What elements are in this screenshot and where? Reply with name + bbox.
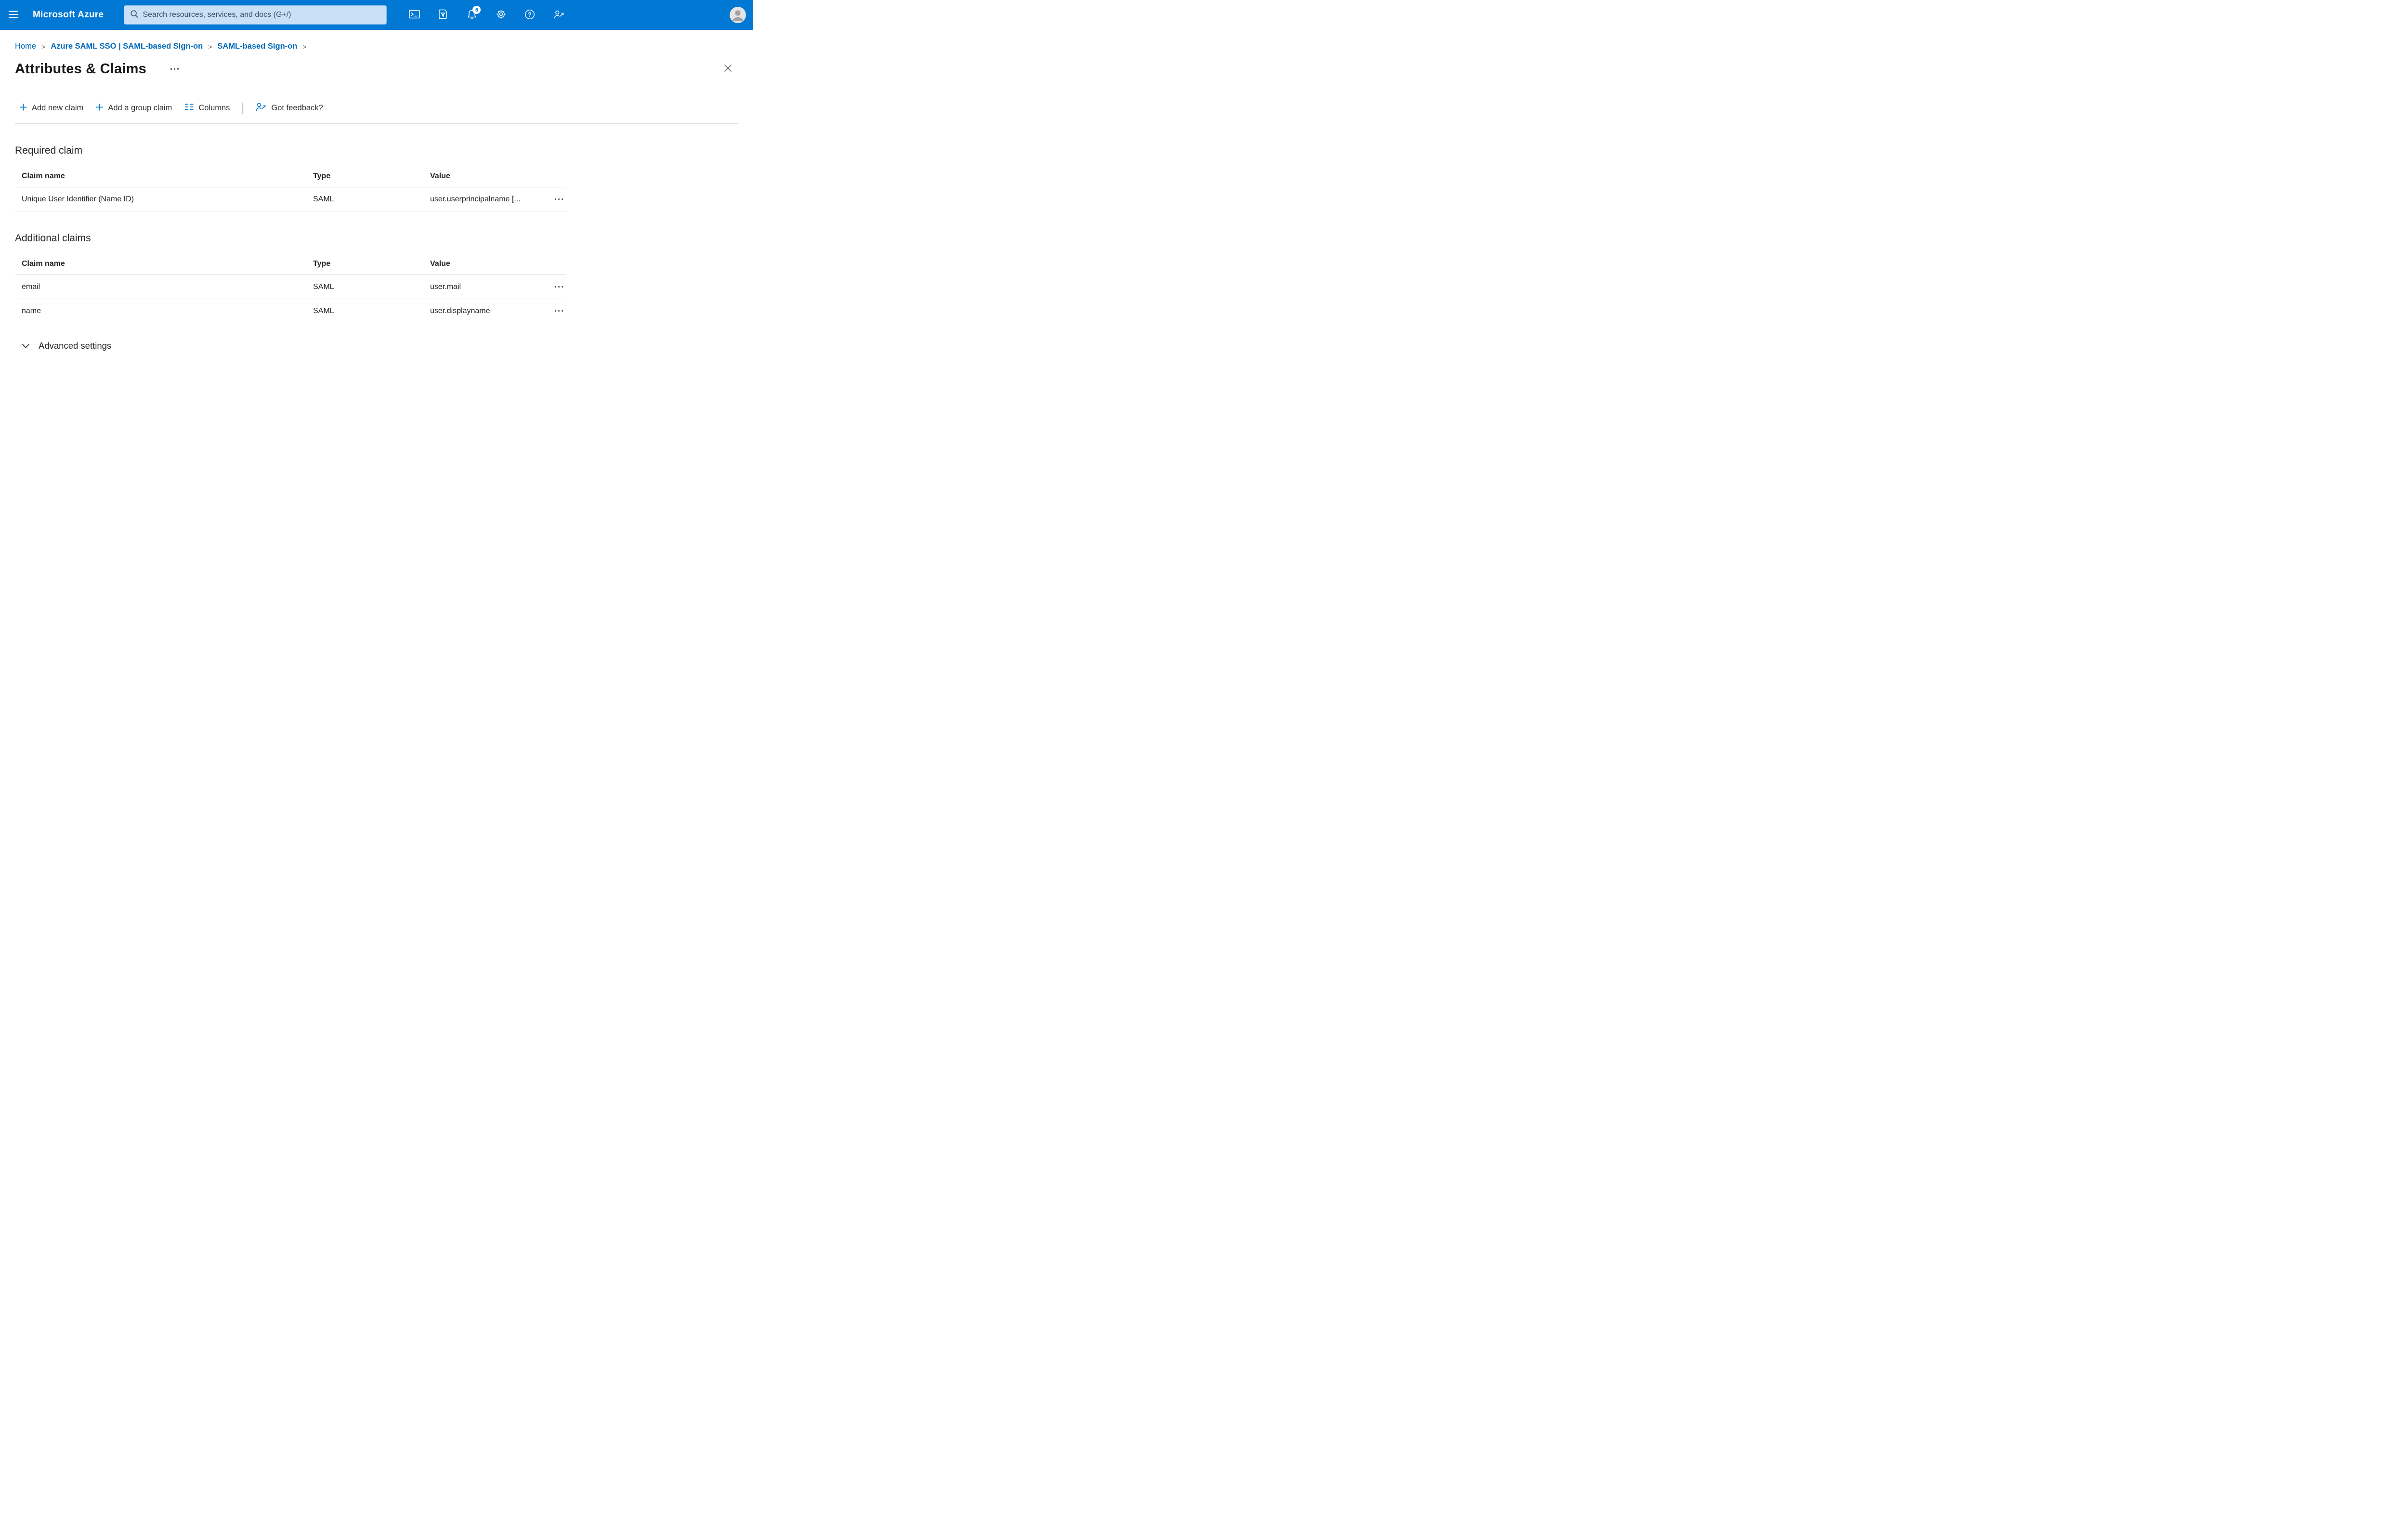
azure-top-bar: Microsoft Azure 6 [0, 0, 753, 30]
claim-name-cell: email [22, 282, 40, 291]
got-feedback-button[interactable]: Got feedback? [250, 99, 327, 117]
column-header-claim-name: Claim name [22, 171, 65, 180]
claim-value-cell: user.userprincipalname [... [430, 195, 521, 203]
table-header-row: Claim name Type Value [15, 165, 566, 187]
directory-subscription-filter-button[interactable] [434, 6, 452, 24]
page-context-menu-button[interactable] [167, 64, 183, 74]
claim-type-cell: SAML [313, 282, 334, 291]
hamburger-menu-button[interactable] [0, 0, 27, 30]
close-blade-button[interactable] [720, 61, 735, 77]
column-header-value: Value [430, 259, 450, 268]
ellipsis-icon [554, 198, 563, 200]
ellipsis-icon [554, 286, 563, 288]
breadcrumb-app-sso[interactable]: Azure SAML SSO | SAML-based Sign-on [51, 42, 203, 51]
additional-claims-table: Claim name Type Value email SAML user.ma… [15, 253, 566, 323]
table-row[interactable]: Unique User Identifier (Name ID) SAML us… [15, 187, 566, 211]
account-avatar[interactable] [730, 7, 746, 23]
command-bar: Add new claim Add a group claim Columns … [15, 99, 738, 117]
search-input[interactable] [143, 11, 381, 19]
chevron-down-icon [22, 341, 30, 351]
add-new-claim-label: Add new claim [32, 104, 84, 112]
svg-text:?: ? [528, 11, 532, 18]
settings-button[interactable] [492, 6, 510, 24]
add-group-claim-label: Add a group claim [108, 104, 172, 112]
additional-claims-title: Additional claims [15, 233, 91, 244]
breadcrumb-home[interactable]: Home [15, 42, 36, 51]
row-context-menu-button[interactable] [552, 281, 566, 293]
global-search[interactable] [124, 5, 387, 25]
columns-icon [184, 104, 194, 113]
required-claim-section: Required claim Claim name Type Value Uni… [15, 145, 566, 211]
plus-icon [96, 104, 103, 113]
ellipsis-icon [554, 310, 563, 312]
row-context-menu-button[interactable] [552, 305, 566, 317]
additional-claims-section: Additional claims Claim name Type Value … [15, 233, 566, 323]
toolbar-rule [15, 123, 738, 124]
notification-badge: 6 [472, 6, 481, 14]
column-header-value: Value [430, 171, 450, 180]
plus-icon [20, 104, 27, 113]
claim-value-cell: user.mail [430, 282, 461, 291]
ellipsis-icon [170, 68, 179, 70]
add-group-claim-button[interactable]: Add a group claim [91, 101, 177, 116]
table-header-row: Claim name Type Value [15, 253, 566, 275]
breadcrumb-saml-signon[interactable]: SAML-based Sign-on [217, 42, 297, 51]
columns-label: Columns [198, 104, 230, 112]
claim-value-cell: user.displayname [430, 306, 490, 315]
feedback-icon [553, 10, 564, 21]
breadcrumb: Home > Azure SAML SSO | SAML-based Sign-… [0, 30, 753, 51]
advanced-settings-toggle[interactable]: Advanced settings [22, 341, 111, 351]
column-header-type: Type [313, 259, 331, 268]
help-icon: ? [524, 9, 535, 21]
add-new-claim-button[interactable]: Add new claim [15, 101, 88, 116]
page-header: Attributes & Claims [0, 51, 753, 77]
claim-type-cell: SAML [313, 195, 334, 203]
page-title: Attributes & Claims [15, 61, 146, 77]
column-header-type: Type [313, 171, 331, 180]
breadcrumb-separator-icon: > [302, 42, 307, 51]
table-row[interactable]: email SAML user.mail [15, 275, 566, 299]
columns-button[interactable]: Columns [180, 101, 235, 116]
topbar-icon-group: 6 ? [405, 6, 568, 24]
table-row[interactable]: name SAML user.displayname [15, 299, 566, 323]
breadcrumb-separator-icon: > [208, 42, 212, 51]
claim-type-cell: SAML [313, 306, 334, 315]
required-claim-title: Required claim [15, 145, 83, 156]
breadcrumb-separator-icon: > [41, 42, 46, 51]
notifications-button[interactable]: 6 [463, 6, 481, 24]
close-icon [723, 64, 733, 74]
feedback-person-icon [255, 102, 266, 114]
cloud-shell-icon [409, 10, 420, 20]
claim-name-cell: Unique User Identifier (Name ID) [22, 195, 134, 203]
required-claim-table: Claim name Type Value Unique User Identi… [15, 165, 566, 211]
feedback-button[interactable] [550, 6, 568, 24]
column-header-claim-name: Claim name [22, 259, 65, 268]
hamburger-icon [9, 11, 18, 20]
avatar-icon [730, 7, 746, 23]
help-button[interactable]: ? [521, 6, 539, 24]
row-context-menu-button[interactable] [552, 194, 566, 205]
gear-icon [496, 9, 506, 21]
claim-name-cell: name [22, 306, 41, 315]
search-icon [130, 10, 139, 21]
toolbar-divider [242, 103, 243, 114]
advanced-settings-label: Advanced settings [39, 341, 112, 351]
cloud-shell-button[interactable] [405, 6, 423, 24]
got-feedback-label: Got feedback? [271, 104, 323, 112]
directory-filter-icon [438, 9, 448, 21]
brand-title: Microsoft Azure [33, 10, 104, 20]
